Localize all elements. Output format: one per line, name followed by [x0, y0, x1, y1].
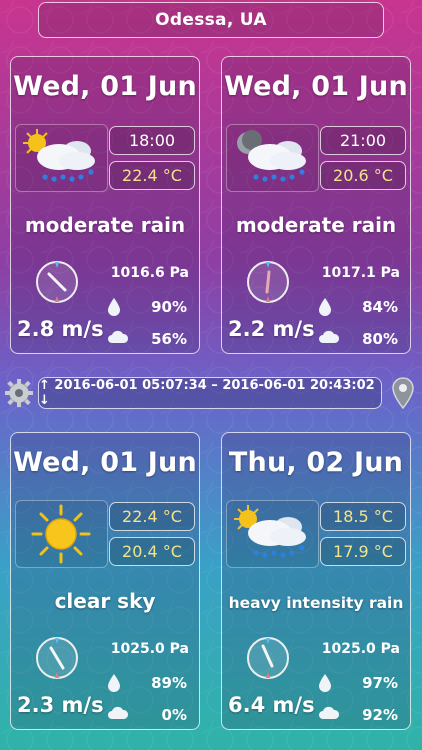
wind-speed: 2.3 m/s [17, 693, 104, 717]
weather-icon-box [15, 500, 108, 568]
cloudiness-value: 0% [161, 706, 187, 724]
map-pin-icon[interactable] [391, 376, 415, 410]
max-temperature-pill: 18.5 °C [320, 502, 406, 531]
humidity-row: 97% [318, 673, 398, 693]
pressure-value: 1016.6 Pa [110, 265, 189, 281]
forecast-card-2[interactable]: Wed, 01 Jun 21:00 20.6 °C moderate rain … [221, 56, 411, 354]
humidity-row: 90% [107, 297, 187, 317]
cloudiness-value: 80% [362, 330, 398, 348]
temperature-value: 20.6 °C [333, 166, 393, 185]
forecast-card-1[interactable]: Wed, 01 Jun 18:00 22.4 °C moderate rain … [10, 56, 200, 354]
city-selector[interactable]: Odessa, UA [38, 2, 384, 38]
condition-text: heavy intensity rain [228, 594, 404, 612]
time-pill: 18:00 [109, 126, 195, 155]
droplet-icon [319, 298, 331, 316]
cloud-icon [108, 706, 129, 719]
wind-speed: 2.2 m/s [228, 317, 315, 341]
card-date: Wed, 01 Jun [13, 71, 197, 102]
cloudiness-row: 80% [318, 329, 398, 349]
wind-compass-icon [247, 261, 289, 303]
cloudiness-row: 56% [107, 329, 187, 349]
moon-cloud-rain-icon [237, 130, 306, 182]
cloudiness-row: 92% [318, 705, 398, 725]
wind-compass-icon [36, 261, 78, 303]
temperature-pill: 22.4 °C [109, 161, 195, 190]
wind-compass-icon [36, 637, 78, 679]
forecast-card-3[interactable]: Wed, 01 Jun 22.4 °C 20.4 °C clear sky 2.… [10, 432, 200, 730]
min-temperature-value: 17.9 °C [333, 542, 393, 561]
cloud-icon [319, 330, 340, 343]
card-date: Wed, 01 Jun [13, 447, 197, 478]
min-temperature-pill: 17.9 °C [320, 537, 406, 566]
gear-icon[interactable] [4, 378, 34, 408]
droplet-icon [108, 674, 120, 692]
max-temperature-value: 18.5 °C [333, 507, 393, 526]
temperature-value: 22.4 °C [122, 166, 182, 185]
condition-text: moderate rain [24, 213, 186, 237]
wind-speed: 2.8 m/s [17, 317, 104, 341]
humidity-row: 84% [318, 297, 398, 317]
pressure-value: 1017.1 Pa [321, 265, 400, 281]
droplet-icon [319, 674, 331, 692]
weather-icon-box [15, 124, 108, 192]
max-temperature-pill: 22.4 °C [109, 502, 195, 531]
humidity-value: 90% [151, 298, 187, 316]
card-date: Thu, 02 Jun [228, 447, 404, 478]
condition-text: clear sky [54, 589, 156, 613]
card-date: Wed, 01 Jun [224, 71, 408, 102]
weather-icon-box [226, 124, 319, 192]
humidity-value: 84% [362, 298, 398, 316]
pressure-value: 1025.0 Pa [321, 641, 400, 657]
sun-time-range: ↑ 2016-06-01 05:07:34 – 2016-06-01 20:43… [38, 377, 382, 409]
time-pill: 21:00 [320, 126, 406, 155]
temperature-pill: 20.6 °C [320, 161, 406, 190]
pressure-value: 1025.0 Pa [110, 641, 189, 657]
weather-icon-box [226, 500, 319, 568]
forecast-card-4[interactable]: Thu, 02 Jun 18.5 °C 17.9 °C heavy intens… [221, 432, 411, 730]
cloud-icon [319, 706, 340, 719]
humidity-value: 97% [362, 674, 398, 692]
cloudiness-value: 92% [362, 706, 398, 724]
humidity-value: 89% [151, 674, 187, 692]
wind-speed: 6.4 m/s [228, 693, 315, 717]
cloud-icon [108, 330, 129, 343]
sun-cloud-rain-icon [23, 129, 95, 182]
max-temperature-value: 22.4 °C [122, 507, 182, 526]
min-temperature-pill: 20.4 °C [109, 537, 195, 566]
sun-icon [31, 504, 91, 564]
min-temperature-value: 20.4 °C [122, 542, 182, 561]
wind-compass-icon [247, 637, 289, 679]
cloudiness-row: 0% [107, 705, 187, 725]
cloudiness-value: 56% [151, 330, 187, 348]
sun-cloud-rain-icon [234, 505, 306, 558]
condition-text: moderate rain [235, 213, 397, 237]
droplet-icon [108, 298, 120, 316]
humidity-row: 89% [107, 673, 187, 693]
